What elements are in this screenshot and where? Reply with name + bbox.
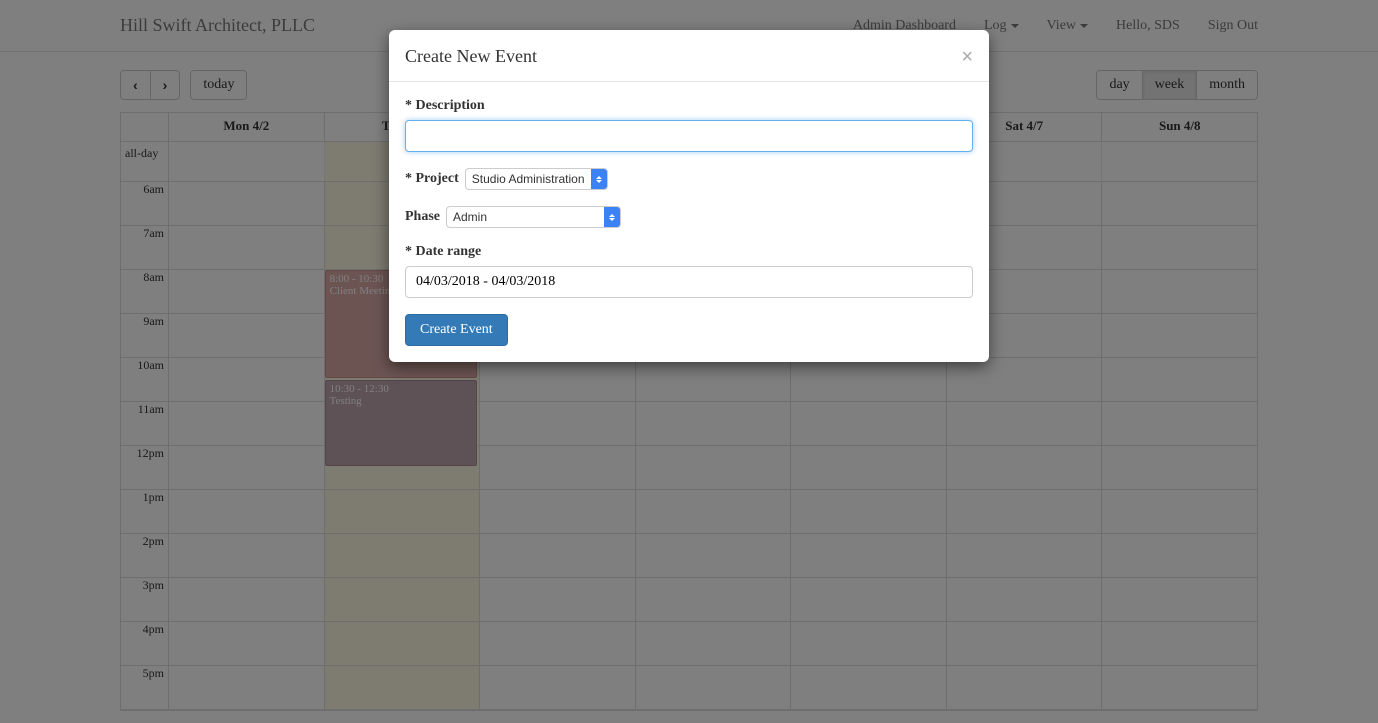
description-label: * Description — [405, 98, 485, 114]
phase-select[interactable]: Admin — [446, 206, 621, 228]
select-stepper-icon — [604, 207, 620, 227]
date-range-group: * Date range — [405, 244, 973, 298]
project-label-text: Project — [416, 171, 459, 186]
phase-select-value: Admin — [447, 210, 493, 224]
create-event-modal: Create New Event × * Description * Proje… — [389, 30, 989, 362]
required-mark: * — [405, 171, 412, 186]
date-range-input[interactable] — [405, 266, 973, 298]
project-label: * Project — [405, 171, 459, 187]
project-select[interactable]: Studio Administration — [465, 168, 608, 190]
required-mark: * — [405, 244, 412, 259]
date-range-label-text: Date range — [416, 244, 482, 259]
close-icon[interactable]: × — [961, 47, 973, 67]
phase-label: Phase — [405, 209, 440, 225]
modal-header: Create New Event × — [389, 30, 989, 82]
description-group: * Description — [405, 98, 973, 152]
required-mark: * — [405, 98, 412, 113]
create-event-button[interactable]: Create Event — [405, 314, 508, 346]
modal-title: Create New Event — [405, 46, 537, 67]
description-label-text: Description — [416, 98, 485, 113]
phase-group: Phase Admin — [405, 206, 973, 228]
project-group: * Project Studio Administration — [405, 168, 973, 190]
description-input[interactable] — [405, 120, 973, 152]
modal-body: * Description * Project Studio Administr… — [389, 82, 989, 362]
project-select-value: Studio Administration — [466, 172, 591, 186]
select-stepper-icon — [591, 169, 607, 189]
date-range-label: * Date range — [405, 244, 481, 260]
